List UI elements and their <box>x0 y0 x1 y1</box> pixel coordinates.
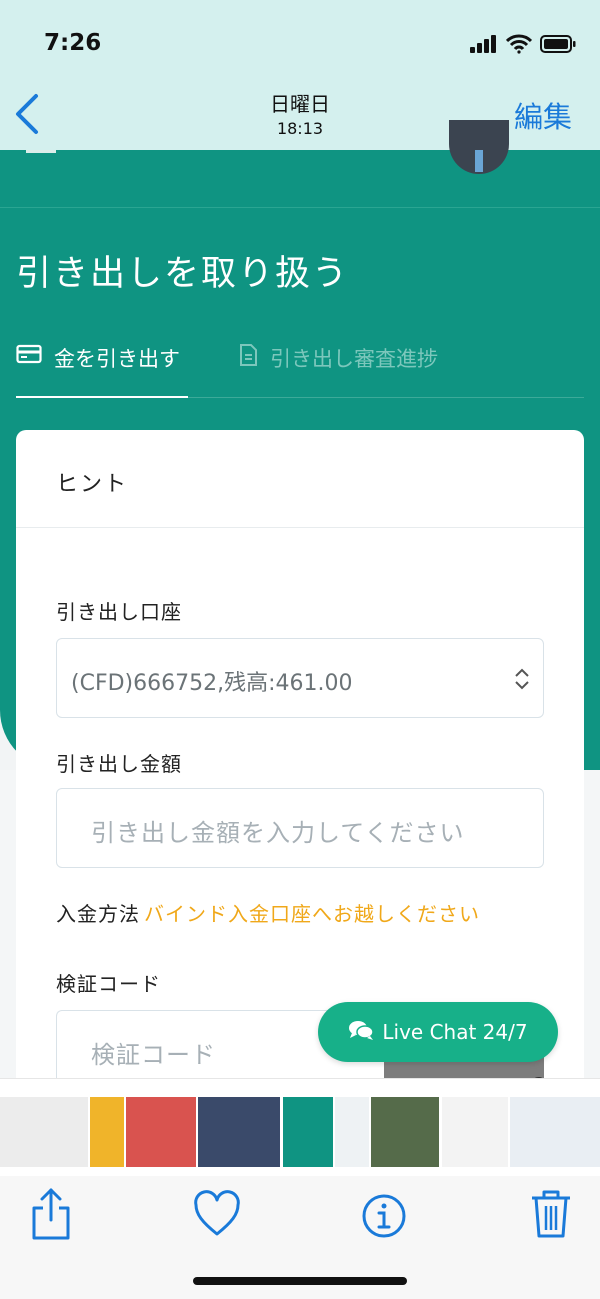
tab-bar: 金を引き出す 引き出し審査進捗 <box>16 338 584 398</box>
deposit-method-row: 入金方法 バインド入金口座へお越しください <box>56 898 480 927</box>
screen: 引き出しを取り扱う 金を引き出す 引き出し審査進捗 ヒント 引き出し口座 (CF… <box>0 0 600 1299</box>
code-label: 検証コード <box>56 972 161 996</box>
home-indicator <box>193 1277 407 1285</box>
document-icon <box>238 343 258 372</box>
account-value: (CFD)666752,残高:461.00 <box>71 671 353 696</box>
thumbnail[interactable] <box>510 1097 600 1167</box>
page-title: 引き出しを取り扱う <box>16 254 350 294</box>
info-icon[interactable] <box>359 1184 409 1244</box>
battery-icon <box>540 35 576 57</box>
share-icon[interactable] <box>26 1184 76 1244</box>
thumbnail[interactable] <box>198 1097 280 1167</box>
tab-withdraw[interactable]: 金を引き出す <box>16 338 188 398</box>
cellular-signal-icon <box>470 35 498 57</box>
tab-review-progress[interactable]: 引き出し審査進捗 <box>238 338 438 398</box>
wifi-icon <box>505 34 533 58</box>
amount-placeholder: 引き出し金額を入力してください <box>91 819 465 847</box>
account-label: 引き出し口座 <box>56 600 182 624</box>
thumbnail[interactable] <box>126 1097 196 1167</box>
account-select[interactable]: (CFD)666752,残高:461.00 <box>56 638 544 718</box>
photo-date-title: 日曜日 <box>270 92 330 116</box>
amount-input[interactable]: 引き出し金額を入力してください <box>56 788 544 868</box>
heart-icon[interactable] <box>192 1184 242 1244</box>
trash-icon[interactable] <box>526 1184 576 1244</box>
card-divider <box>16 527 584 528</box>
thumbnail[interactable] <box>335 1097 369 1167</box>
photo-filmstrip[interactable] <box>0 1078 600 1176</box>
thumbnail[interactable] <box>442 1097 508 1167</box>
photo-time-subtitle: 18:13 <box>276 119 324 138</box>
tab-review-progress-label: 引き出し審査進捗 <box>270 347 438 371</box>
header-divider <box>0 207 600 208</box>
card-icon <box>16 343 42 370</box>
live-chat-label: Live Chat 24/7 <box>382 1020 528 1044</box>
select-caret-icon <box>513 667 531 691</box>
thumbnail[interactable] <box>371 1097 439 1167</box>
edit-button[interactable]: 編集 <box>514 94 572 136</box>
deposit-method-label: 入金方法 <box>56 902 140 926</box>
code-placeholder: 検証コード <box>91 1041 216 1069</box>
live-chat-button[interactable]: Live Chat 24/7 <box>318 1002 558 1062</box>
bind-account-link[interactable]: バインド入金口座へお越しください <box>144 902 480 926</box>
chat-bubbles-icon <box>348 1019 375 1046</box>
menu-icon[interactable] <box>26 150 56 153</box>
amount-label: 引き出し金額 <box>56 752 182 776</box>
thumbnail[interactable] <box>0 1097 88 1167</box>
status-icons <box>470 34 576 58</box>
status-time: 7:26 <box>44 30 102 56</box>
thumbnail[interactable] <box>90 1097 124 1167</box>
photos-top-bar: 7:26 日曜日 18:13 編集 <box>0 0 600 150</box>
hint-label[interactable]: ヒント <box>56 466 128 498</box>
thumbnail[interactable] <box>283 1097 333 1167</box>
tab-withdraw-label: 金を引き出す <box>54 347 180 371</box>
